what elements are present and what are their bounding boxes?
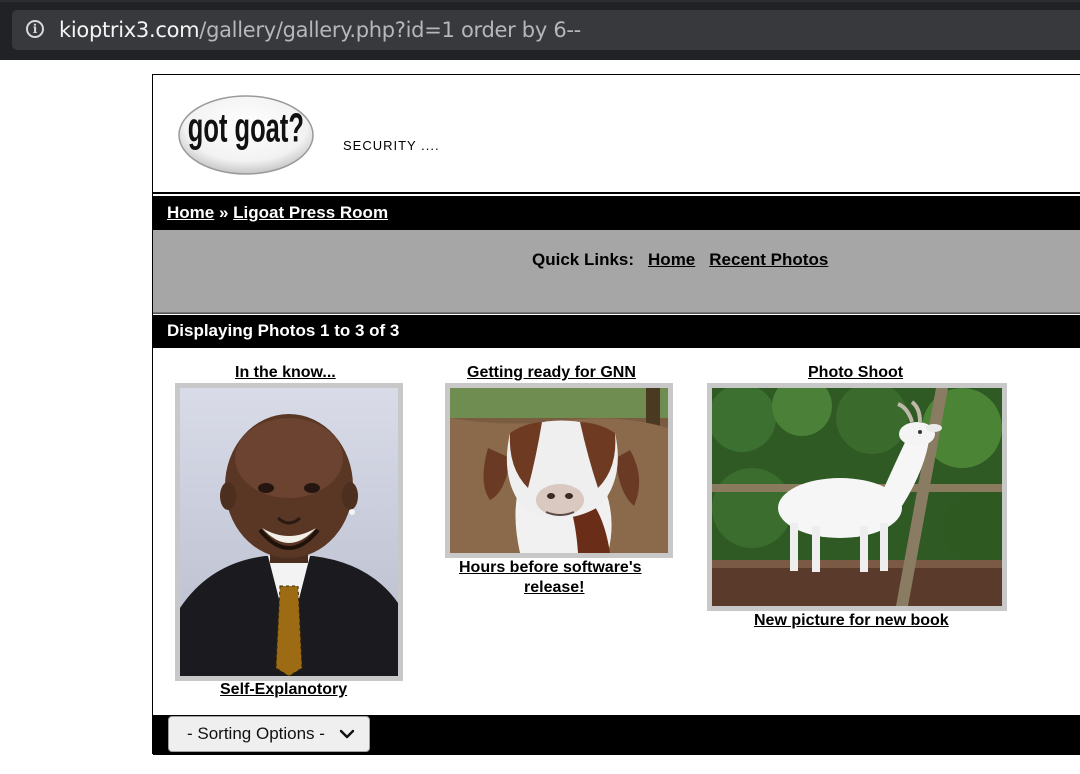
photo-1-title-link[interactable]: In the know... <box>235 364 336 382</box>
quick-links: Quick Links: Home Recent Photos <box>532 250 828 270</box>
breadcrumb-press-room-link[interactable]: Ligoat Press Room <box>233 203 388 222</box>
url-host: kioptrix3.com <box>59 18 200 42</box>
photo-3-image[interactable] <box>707 383 1007 611</box>
photo-2-image[interactable] <box>445 383 673 558</box>
url-text[interactable]: kioptrix3.com/gallery/gallery.php?id=1 o… <box>59 18 581 42</box>
display-count-bar: Displaying Photos 1 to 3 of 3 <box>153 315 1080 348</box>
site-logo: got goat? <box>178 95 314 175</box>
logo-text: got goat? <box>188 106 304 151</box>
quick-link-home[interactable]: Home <box>648 250 695 269</box>
address-bar[interactable]: i kioptrix3.com/gallery/gallery.php?id=1… <box>12 10 1080 50</box>
breadcrumb-separator: » <box>214 203 234 222</box>
photo-1-image[interactable] <box>175 383 403 681</box>
quick-link-recent-photos[interactable]: Recent Photos <box>709 250 828 269</box>
site-tagline: SECURITY .... <box>343 138 440 153</box>
url-path: /gallery/gallery.php?id=1 order by 6-- <box>199 18 581 42</box>
chevron-down-icon <box>339 729 355 739</box>
sorting-options-label: - Sorting Options - <box>187 724 325 743</box>
photo-3-title-link[interactable]: Photo Shoot <box>808 364 903 382</box>
breadcrumb: Home » Ligoat Press Room <box>167 203 388 223</box>
info-icon[interactable]: i <box>26 20 44 38</box>
breadcrumb-bar: Home » Ligoat Press Room <box>153 196 1080 230</box>
quickbar-divider <box>153 313 1080 314</box>
photo-2-caption-line1-link[interactable]: Hours before software's <box>459 559 642 577</box>
toolbar-accent <box>0 0 1080 2</box>
quick-links-bar: Quick Links: Home Recent Photos <box>153 230 1080 313</box>
photo-1-caption-link[interactable]: Self-Explanotory <box>220 681 347 699</box>
photo-3-caption-link[interactable]: New picture for new book <box>754 612 949 630</box>
sorting-options-dropdown[interactable]: - Sorting Options - <box>168 716 370 752</box>
photo-2-title-link[interactable]: Getting ready for GNN <box>467 364 636 382</box>
gallery-page: got goat? SECURITY .... Home » Ligoat Pr… <box>152 74 1080 755</box>
display-count-text: Displaying Photos 1 to 3 of 3 <box>167 321 400 340</box>
header-divider <box>153 192 1080 194</box>
quick-links-label: Quick Links: <box>532 250 635 269</box>
browser-toolbar: i kioptrix3.com/gallery/gallery.php?id=1… <box>0 0 1080 60</box>
photo-2-caption-line2-link[interactable]: release! <box>524 579 585 597</box>
breadcrumb-home-link[interactable]: Home <box>167 203 214 222</box>
